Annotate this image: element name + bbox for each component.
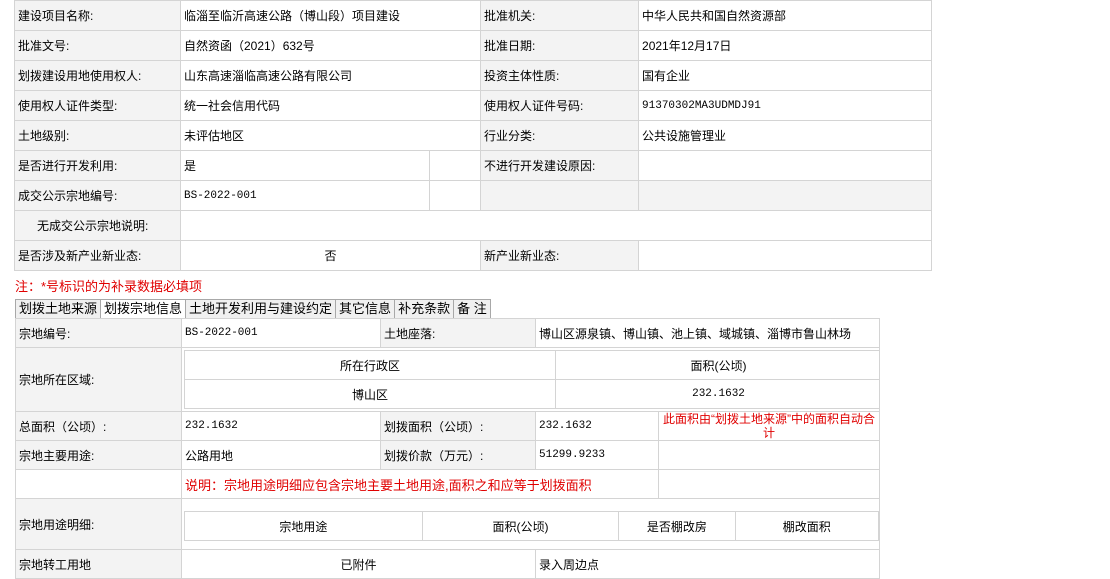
empty-cell <box>15 469 182 499</box>
table-row: 所在行政区 面积(公顷) <box>184 350 879 380</box>
field-label: 投资主体性质: <box>480 60 640 91</box>
deal-no-value: BS-2022-001 <box>180 180 430 211</box>
develop-value: 是 <box>180 150 430 181</box>
tab-land-source[interactable]: 划拨土地来源 <box>15 299 102 319</box>
column-header: 面积(公顷) <box>421 511 620 541</box>
field-label: 使用权人证件类型: <box>14 90 181 121</box>
region-name: 博山区 <box>184 379 556 409</box>
parcel-id-label: 宗地编号: <box>15 318 182 348</box>
tab-bar: 划拨土地来源 划拨宗地信息 土地开发利用与建设约定 其它信息 补充条款 备 注 <box>15 299 491 319</box>
field-value: 91370302MA3UDMDJ91 <box>638 90 933 121</box>
tab-land-development[interactable]: 土地开发利用与建设约定 <box>185 299 337 319</box>
no-develop-reason-label: 不进行开发建设原因: <box>480 150 640 181</box>
cut-right: 录入周边点 <box>534 549 881 579</box>
field-label: 土地级别: <box>14 120 181 151</box>
main-use-value: 公路用地 <box>181 440 381 470</box>
new-industry-type-label: 新产业新业态: <box>480 240 640 271</box>
table-row: 是否进行开发利用: 是 不进行开发建设原因: <box>14 150 933 181</box>
field-value: 国有企业 <box>638 60 933 91</box>
empty-cell <box>428 150 482 181</box>
table-row: 批准文号: 自然资函（2021）632号 批准日期: 2021年12月17日 <box>14 30 933 61</box>
use-detail-table: 宗地用途 面积(公顷) 是否棚改房 棚改面积 <box>184 511 879 541</box>
field-label: 批准机关: <box>480 0 640 31</box>
empty-cell <box>657 440 881 470</box>
tab-other-info[interactable]: 其它信息 <box>335 299 396 319</box>
total-area-label: 总面积（公顷）: <box>15 411 182 441</box>
field-label: 行业分类: <box>480 120 640 151</box>
new-industry-label: 是否涉及新产业新业态: <box>14 240 181 271</box>
table-row: 宗地转工用地 已附件 录入周边点 <box>15 549 881 579</box>
cut-mid: 已附件 <box>181 549 536 579</box>
project-info-table: 建设项目名称: 临淄至临沂高速公路（博山段）项目建设 批准机关: 中华人民共和国… <box>14 0 933 271</box>
alloc-area-label: 划拨面积（公顷）: <box>380 411 536 441</box>
region-cell: 所在行政区 面积(公顷) 博山区 232.1632 <box>180 347 881 412</box>
field-value: 中华人民共和国自然资源部 <box>638 0 933 31</box>
field-label: 建设项目名称: <box>14 0 181 31</box>
no-deal-label: 无成交公示宗地说明: <box>14 210 181 241</box>
column-header: 宗地用途 <box>184 511 423 541</box>
column-header: 面积(公顷) <box>555 350 879 380</box>
no-deal-value <box>179 210 933 241</box>
field-value: 未评估地区 <box>179 120 482 151</box>
field-value: 公共设施管理业 <box>638 120 933 151</box>
column-header: 所在行政区 <box>184 350 556 380</box>
empty-cell <box>657 469 881 499</box>
tab-remarks[interactable]: 备 注 <box>453 299 491 319</box>
price-label: 划拨价款（万元）: <box>380 440 536 470</box>
empty-cell <box>428 180 482 211</box>
location-label: 土地座落: <box>380 318 536 348</box>
field-value: 2021年12月17日 <box>638 30 933 61</box>
table-row: 成交公示宗地编号: BS-2022-001 <box>14 180 933 211</box>
use-detail-cell: 宗地用途 面积(公顷) 是否棚改房 棚改面积 <box>180 498 881 550</box>
location-value: 博山区源泉镇、博山镇、池上镇、域城镇、淄博市鲁山林场 <box>534 318 881 348</box>
field-value: 统一社会信用代码 <box>179 90 482 121</box>
deal-no-label: 成交公示宗地编号: <box>14 180 181 211</box>
alloc-area-value: 232.1632 <box>535 411 659 441</box>
tab-supplementary[interactable]: 补充条款 <box>394 299 455 319</box>
tab-parcel-info[interactable]: 划拨宗地信息 <box>100 299 187 319</box>
field-value: 临淄至临沂高速公路（博山段）项目建设 <box>179 0 482 31</box>
table-row: 说明：宗地用途明细应包含宗地主要土地用途,面积之和应等于划拨面积 <box>15 469 881 499</box>
required-note: 注：*号标识的为补录数据必填项 <box>15 279 203 294</box>
table-row: 无成交公示宗地说明: <box>14 210 933 241</box>
parcel-id-value: BS-2022-001 <box>181 318 381 348</box>
use-note: 说明：宗地用途明细应包含宗地主要土地用途,面积之和应等于划拨面积 <box>181 469 659 499</box>
table-row: 总面积（公顷）: 232.1632 划拨面积（公顷）: 232.1632 此面积… <box>15 411 881 441</box>
table-row: 是否涉及新产业新业态: 否 新产业新业态: <box>14 240 933 271</box>
main-use-label: 宗地主要用途: <box>15 440 182 470</box>
region-table: 所在行政区 面积(公顷) 博山区 232.1632 <box>184 350 879 409</box>
no-develop-reason-value <box>638 150 933 181</box>
table-row: 土地级别: 未评估地区 行业分类: 公共设施管理业 <box>14 120 933 151</box>
table-row: 划拨建设用地使用权人: 山东高速淄临高速公路有限公司 投资主体性质: 国有企业 <box>14 60 933 91</box>
table-row: 宗地主要用途: 公路用地 划拨价款（万元）: 51299.9233 <box>15 440 881 470</box>
field-value: 自然资函（2021）632号 <box>179 30 482 61</box>
column-header: 棚改面积 <box>734 511 879 541</box>
table-row: 宗地编号: BS-2022-001 土地座落: 博山区源泉镇、博山镇、池上镇、域… <box>15 318 881 348</box>
table-row: 建设项目名称: 临淄至临沂高速公路（博山段）项目建设 批准机关: 中华人民共和国… <box>14 0 933 31</box>
field-label: 划拨建设用地使用权人: <box>14 60 181 91</box>
column-header: 是否棚改房 <box>618 511 736 541</box>
field-value: 山东高速淄临高速公路有限公司 <box>179 60 482 91</box>
total-area-value: 232.1632 <box>181 411 381 441</box>
new-industry-value: 否 <box>179 240 482 271</box>
table-row: 宗地用途明细: 宗地用途 面积(公顷) 是否棚改房 棚改面积 <box>15 498 881 550</box>
price-value: 51299.9233 <box>535 440 659 470</box>
parcel-info-table: 宗地编号: BS-2022-001 土地座落: 博山区源泉镇、博山镇、池上镇、域… <box>15 318 881 579</box>
field-label: 批准日期: <box>480 30 640 61</box>
cut-label: 宗地转工用地 <box>15 549 182 579</box>
table-row: 使用权人证件类型: 统一社会信用代码 使用权人证件号码: 91370302MA3… <box>14 90 933 121</box>
develop-label: 是否进行开发利用: <box>14 150 181 181</box>
region-area: 232.1632 <box>555 379 879 409</box>
field-label: 批准文号: <box>14 30 181 61</box>
empty-cell <box>638 180 933 211</box>
area-note: 此面积由“划拨土地来源”中的面积自动合计 <box>657 411 881 441</box>
table-row: 宗地所在区域: 所在行政区 面积(公顷) 博山区 232.1632 <box>15 347 881 412</box>
table-row: 博山区 232.1632 <box>184 379 879 409</box>
table-row: 宗地用途 面积(公顷) 是否棚改房 棚改面积 <box>184 511 879 541</box>
region-label: 宗地所在区域: <box>15 347 182 412</box>
new-industry-type-value <box>638 240 933 271</box>
empty-cell <box>480 180 640 211</box>
use-detail-label: 宗地用途明细: <box>15 498 182 550</box>
field-label: 使用权人证件号码: <box>480 90 640 121</box>
